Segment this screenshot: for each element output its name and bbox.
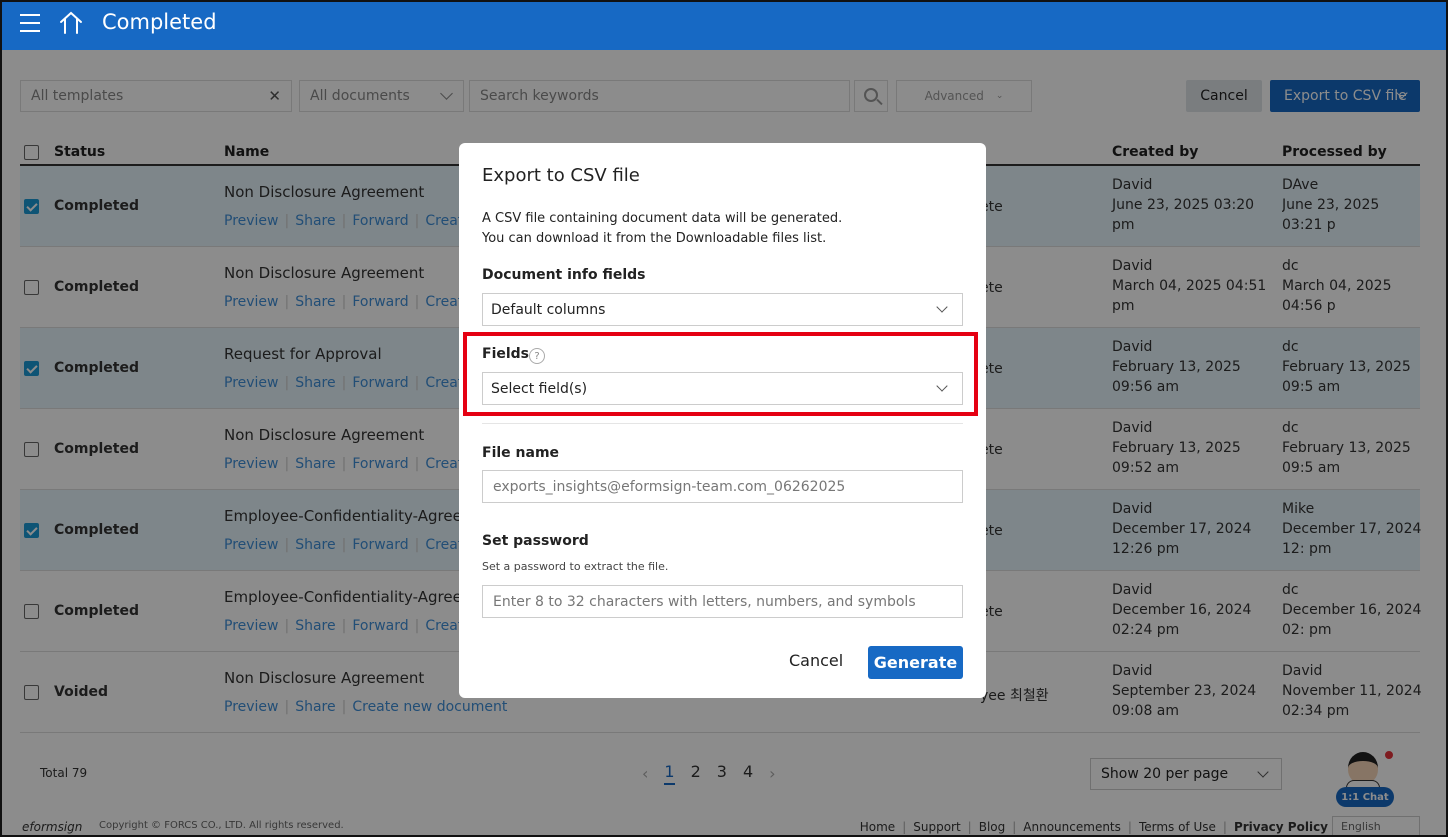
hamburger-menu-icon[interactable] <box>20 14 40 32</box>
generate-button[interactable]: Generate <box>868 646 963 679</box>
app-window: Completed All templates ✕ All documents … <box>0 0 1448 837</box>
chevron-down-icon <box>936 301 948 313</box>
export-csv-dialog: Export to CSV file A CSV file containing… <box>459 143 986 698</box>
password-hint: Set a password to extract the file. <box>482 560 669 573</box>
doc-info-label: Document info fields <box>482 267 646 283</box>
doc-info-value: Default columns <box>491 301 606 318</box>
password-label: Set password <box>482 533 589 549</box>
file-name-label: File name <box>482 445 560 461</box>
highlight-box <box>463 332 978 416</box>
password-placeholder: Enter 8 to 32 characters with letters, n… <box>493 593 916 610</box>
doc-info-select[interactable]: Default columns <box>482 293 963 326</box>
file-name-value: exports_insights@eformsign-team.com_0626… <box>493 478 846 495</box>
dialog-title: Export to CSV file <box>482 165 640 186</box>
password-input[interactable]: Enter 8 to 32 characters with letters, n… <box>482 585 963 618</box>
description-line-2: You can download it from the Downloadabl… <box>482 231 827 246</box>
file-name-input[interactable]: exports_insights@eformsign-team.com_0626… <box>482 470 963 503</box>
home-icon[interactable] <box>58 10 84 36</box>
dialog-cancel-button[interactable]: Cancel <box>789 651 843 670</box>
dialog-description: A CSV file containing document data will… <box>482 209 842 249</box>
description-line-1: A CSV file containing document data will… <box>482 211 843 226</box>
top-bar: Completed <box>2 2 1446 50</box>
divider <box>482 423 963 424</box>
page-title: Completed <box>102 10 217 34</box>
